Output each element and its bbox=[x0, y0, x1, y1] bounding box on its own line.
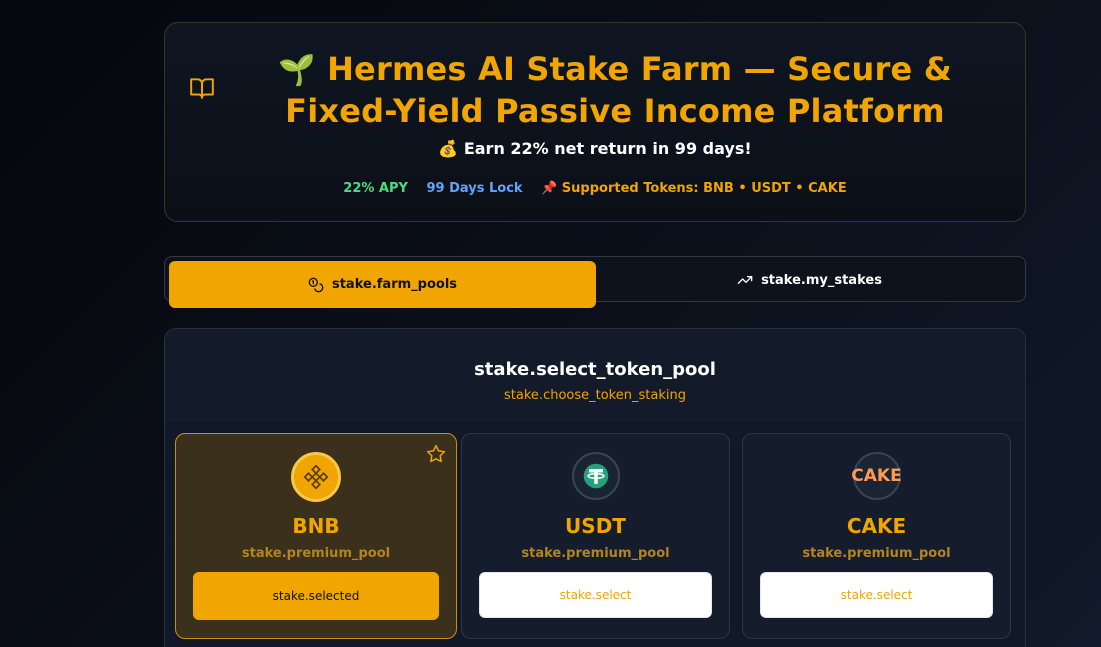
star-icon bbox=[426, 444, 446, 463]
tab-farm-pools[interactable]: stake.farm_pools bbox=[169, 261, 596, 308]
pools-panel: stake.select_token_pool stake.choose_tok… bbox=[164, 328, 1026, 647]
hero-subtitle: 💰 Earn 22% net return in 99 days! bbox=[438, 139, 752, 158]
pool-desc: stake.premium_pool bbox=[241, 546, 391, 561]
pool-card-usdt[interactable]: USDT stake.premium_pool stake.select bbox=[461, 433, 730, 639]
tab-label: stake.my_stakes bbox=[761, 272, 882, 288]
page: 🌱 Hermes AI Stake Farm — Secure & Fixed-… bbox=[0, 0, 1101, 647]
hero-meta: 22% APY 99 Days Lock 📌 Supported Tokens:… bbox=[165, 181, 1025, 196]
tab-my-stakes[interactable]: stake.my_stakes bbox=[596, 261, 1023, 299]
panel-header: stake.select_token_pool stake.choose_tok… bbox=[165, 329, 1025, 421]
pool-card-bnb[interactable]: BNB stake.premium_pool stake.selected bbox=[175, 433, 457, 639]
lock-badge: 99 Days Lock bbox=[426, 181, 523, 196]
tab-bar: stake.farm_pools stake.my_stakes bbox=[164, 256, 1026, 308]
page-title: 🌱 Hermes AI Stake Farm — Secure & Fixed-… bbox=[245, 49, 985, 131]
select-button[interactable]: stake.select bbox=[479, 572, 712, 618]
usdt-icon bbox=[571, 452, 620, 500]
pool-desc: stake.premium_pool bbox=[802, 546, 951, 561]
pool-name: USDT bbox=[565, 514, 626, 538]
panel-title: stake.select_token_pool bbox=[474, 359, 716, 380]
trending-up-icon bbox=[737, 276, 753, 284]
apy-badge: 22% APY bbox=[343, 181, 408, 196]
cake-icon: CAKE bbox=[851, 452, 902, 500]
bnb-icon bbox=[291, 452, 341, 502]
sprout-icon: 🌱 bbox=[278, 53, 316, 88]
select-button[interactable]: stake.select bbox=[760, 572, 993, 618]
pool-name: BNB bbox=[292, 514, 340, 538]
book-open-icon[interactable] bbox=[189, 75, 215, 101]
panel-subtitle: stake.choose_token_staking bbox=[504, 388, 686, 403]
coins-icon bbox=[308, 277, 324, 292]
hero-card: 🌱 Hermes AI Stake Farm — Secure & Fixed-… bbox=[164, 22, 1026, 222]
tab-label: stake.farm_pools bbox=[331, 277, 458, 292]
cake-icon-text: CAKE bbox=[851, 466, 902, 486]
pool-desc: stake.premium_pool bbox=[521, 546, 670, 561]
selected-button[interactable]: stake.selected bbox=[193, 572, 439, 620]
pool-card-cake[interactable]: CAKE CAKE stake.premium_pool stake.selec… bbox=[742, 433, 1011, 639]
page-title-text: Hermes AI Stake Farm — Secure & Fixed-Yi… bbox=[285, 50, 952, 130]
pool-name: CAKE bbox=[846, 514, 907, 538]
supported-tokens: 📌 Supported Tokens: BNB • USDT • CAKE bbox=[541, 181, 847, 196]
